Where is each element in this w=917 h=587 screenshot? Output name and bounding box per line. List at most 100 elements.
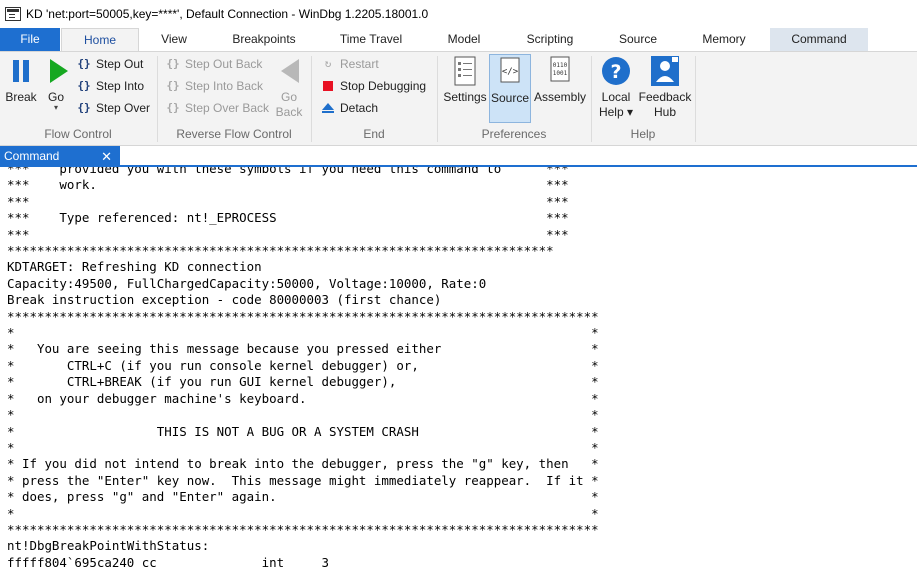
console-line: ****************************************… <box>7 521 599 537</box>
help-label: Help <box>630 127 656 141</box>
feedback-hub-label-1: Feedback <box>638 90 692 104</box>
console-line: *** work. *** <box>7 177 569 193</box>
console-line: *** provided you with these symbols if y… <box>7 167 569 176</box>
console-line: ****************************************… <box>7 243 554 259</box>
break-button[interactable]: Break <box>4 54 38 105</box>
tab-command[interactable]: Command <box>770 28 868 51</box>
command-pane-tab[interactable]: Command ✕ <box>0 146 120 167</box>
console-line: * * <box>7 325 599 341</box>
svg-text:?: ? <box>610 61 621 83</box>
title-bar: KD 'net:port=50005,key=****', Default Co… <box>0 0 917 28</box>
step-out-button[interactable]: {} Step Out <box>76 54 143 74</box>
window-title: KD 'net:port=50005,key=****', Default Co… <box>26 7 429 21</box>
eject-icon <box>320 100 336 116</box>
ribbon: Break Go ▾ {} Step Out {} Step Into {} Step… <box>0 51 917 146</box>
windbg-app-icon <box>5 7 21 21</box>
feedback-hub-button[interactable]: Feedback Hub <box>638 54 692 120</box>
tab-time-travel[interactable]: Time Travel <box>324 28 418 51</box>
step-out-back-icon: {} <box>166 57 180 70</box>
ribbon-separator <box>695 56 696 142</box>
tab-scripting[interactable]: Scripting <box>512 28 588 51</box>
step-over-icon: {} <box>77 101 91 114</box>
detach-button[interactable]: Detach <box>320 98 378 118</box>
assembly-icon: 0110 1001 <box>544 54 576 88</box>
tab-memory[interactable]: Memory <box>684 28 764 51</box>
console-line: nt!DbgBreakPointWithStatus: <box>7 538 210 554</box>
preferences-label: Preferences <box>481 127 547 141</box>
reverse-flow-control-label: Reverse Flow Control <box>176 127 292 141</box>
end-group: ↻ Restart Stop Debugging Detach End <box>312 52 436 146</box>
go-back-label-2: Back <box>275 105 303 119</box>
assembly-button[interactable]: 0110 1001 Assembly <box>533 54 587 105</box>
step-into-icon: {} <box>77 79 91 92</box>
tab-source[interactable]: Source <box>602 28 674 51</box>
step-over-button[interactable]: {} Step Over <box>76 98 150 118</box>
reverse-flow-control-group: {} Step Out Back {} Step Into Back {} Step … <box>158 52 310 146</box>
feedback-hub-label-2: Hub <box>653 105 676 119</box>
end-label: End <box>363 127 385 141</box>
console-line: * You are seeing this message because yo… <box>7 341 599 357</box>
command-output[interactable]: *** provided you with these symbols if y… <box>0 167 917 587</box>
go-back-icon <box>274 54 306 88</box>
settings-label: Settings <box>443 90 487 104</box>
preferences-group: Settings </> Source 0110 1001 Assembly Pr… <box>438 52 590 146</box>
flow-control-group: Break Go ▾ {} Step Out {} Step Into {} Step… <box>0 52 156 146</box>
stop-icon <box>320 78 336 94</box>
stop-debugging-button[interactable]: Stop Debugging <box>320 76 426 96</box>
assembly-label: Assembly <box>533 90 586 104</box>
console-line: KDTARGET: Refreshing KD connection <box>7 259 262 275</box>
local-help-label-2: Help ▾ <box>598 105 634 119</box>
svg-text:</>: </> <box>502 67 519 77</box>
console-line: * press the "Enter" key now. This messag… <box>7 472 599 488</box>
source-code-icon: </> <box>494 55 526 89</box>
pause-icon <box>5 54 37 88</box>
close-icon[interactable]: ✕ <box>101 146 112 167</box>
local-help-label-1: Local <box>601 90 631 104</box>
go-back-button[interactable]: Go Back <box>274 54 304 120</box>
flow-control-label: Flow Control <box>44 127 112 141</box>
tab-model[interactable]: Model <box>430 28 498 51</box>
console-line: * * <box>7 439 599 455</box>
go-back-label-1: Go <box>280 90 297 104</box>
source-label: Source <box>490 91 530 105</box>
console-line: Capacity:49500, FullChargedCapacity:5000… <box>7 275 487 291</box>
step-out-icon: {} <box>77 57 91 70</box>
help-group: ? Local Help ▾ Feedback Hub Help <box>592 52 694 146</box>
console-line: * CTRL+BREAK (if you run GUI kernel debu… <box>7 374 599 390</box>
console-line: * CTRL+C (if you run console kernel debu… <box>7 357 599 373</box>
command-pane-title: Command <box>4 149 60 163</box>
step-over-back-icon: {} <box>166 101 180 114</box>
console-line: * If you did not intend to break into th… <box>7 456 599 472</box>
step-into-back-button[interactable]: {} Step Into Back <box>165 76 263 96</box>
tab-home[interactable]: Home <box>61 28 139 51</box>
console-line: *** *** <box>7 226 569 242</box>
go-dropdown-icon[interactable]: ▾ <box>42 104 70 112</box>
feedback-hub-icon <box>649 54 681 88</box>
source-button[interactable]: </> Source <box>489 54 531 123</box>
console-line: *** *** <box>7 193 569 209</box>
restart-button[interactable]: ↻ Restart <box>320 54 379 74</box>
console-line: * * <box>7 407 599 423</box>
svg-text:1001: 1001 <box>553 70 568 77</box>
console-line: fffff804`695ca240 cc int 3 <box>7 554 329 570</box>
settings-icon <box>449 54 481 88</box>
play-icon <box>42 54 74 88</box>
console-line: *** Type referenced: nt!_EPROCESS *** <box>7 210 569 226</box>
restart-icon: ↻ <box>324 57 332 70</box>
help-question-icon: ? <box>600 54 632 88</box>
console-line: * on your debugger machine's keyboard. * <box>7 390 599 406</box>
console-line: * does, press "g" and "Enter" again. * <box>7 489 599 505</box>
console-line: Break instruction exception - code 80000… <box>7 292 442 308</box>
step-over-back-button[interactable]: {} Step Over Back <box>165 98 269 118</box>
local-help-button[interactable]: ? Local Help ▾ <box>596 54 636 120</box>
tab-view[interactable]: View <box>140 28 208 51</box>
console-line: * THIS IS NOT A BUG OR A SYSTEM CRASH * <box>7 423 599 439</box>
console-line: ****************************************… <box>7 308 599 324</box>
step-into-button[interactable]: {} Step Into <box>76 76 144 96</box>
go-button[interactable]: Go ▾ <box>42 54 70 112</box>
step-out-back-button[interactable]: {} Step Out Back <box>165 54 262 74</box>
tab-file[interactable]: File <box>0 28 60 51</box>
console-line: * * <box>7 505 599 521</box>
settings-button[interactable]: Settings <box>442 54 488 105</box>
tab-breakpoints[interactable]: Breakpoints <box>214 28 314 51</box>
